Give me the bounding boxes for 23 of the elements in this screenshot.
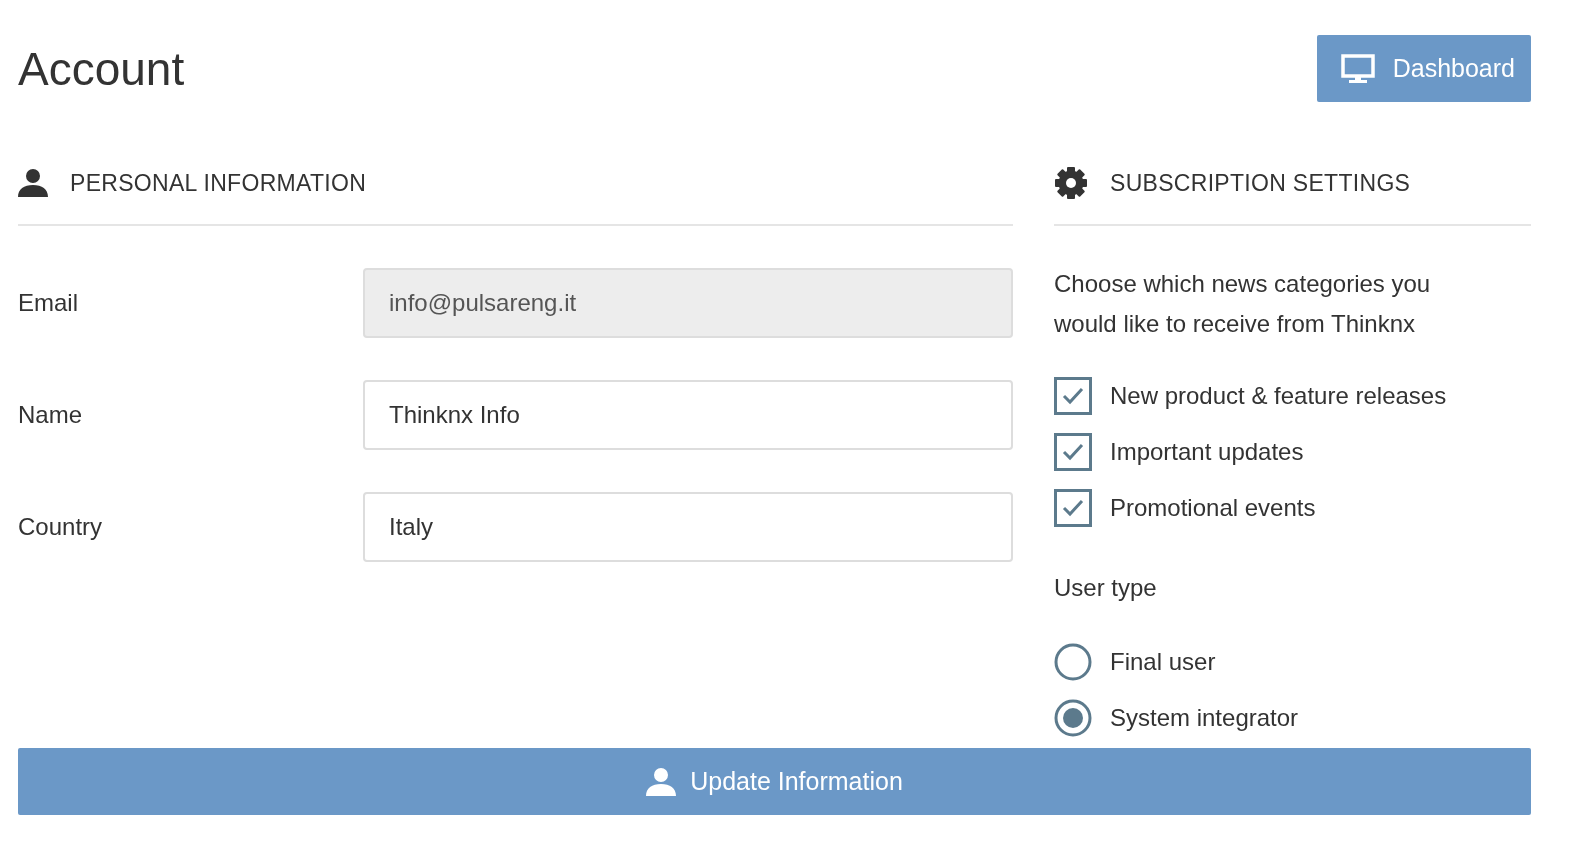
section-heading: SUBSCRIPTION SETTINGS (1110, 169, 1411, 197)
input-field[interactable]: Italy (363, 492, 1013, 562)
person-icon (646, 767, 677, 796)
option-label: New product & feature releases (1110, 382, 1447, 410)
option-label: Promotional events (1110, 494, 1316, 522)
input-field[interactable]: Thinknx Info (363, 380, 1013, 450)
option-label: Important updates (1110, 438, 1304, 466)
section-heading: PERSONAL INFORMATION (70, 169, 367, 197)
description-text: Choose which news categories you would like to receive from Thinknx (1054, 269, 1432, 339)
checkbox[interactable] (1054, 377, 1092, 415)
monitor-icon (1340, 53, 1375, 84)
field-label: Email (18, 289, 79, 317)
field-label: Name (18, 401, 84, 429)
person-icon (18, 169, 48, 197)
option-label: System integrator (1110, 704, 1299, 732)
field-label: Country (18, 513, 104, 541)
checkbox[interactable] (1054, 433, 1092, 471)
radio-button[interactable] (1054, 643, 1092, 681)
radio-button[interactable] (1054, 699, 1092, 737)
checkbox[interactable] (1054, 489, 1092, 527)
option-label: Final user (1110, 648, 1216, 676)
page-title: Account (18, 41, 185, 96)
user-type-label: User type (1054, 574, 1158, 602)
